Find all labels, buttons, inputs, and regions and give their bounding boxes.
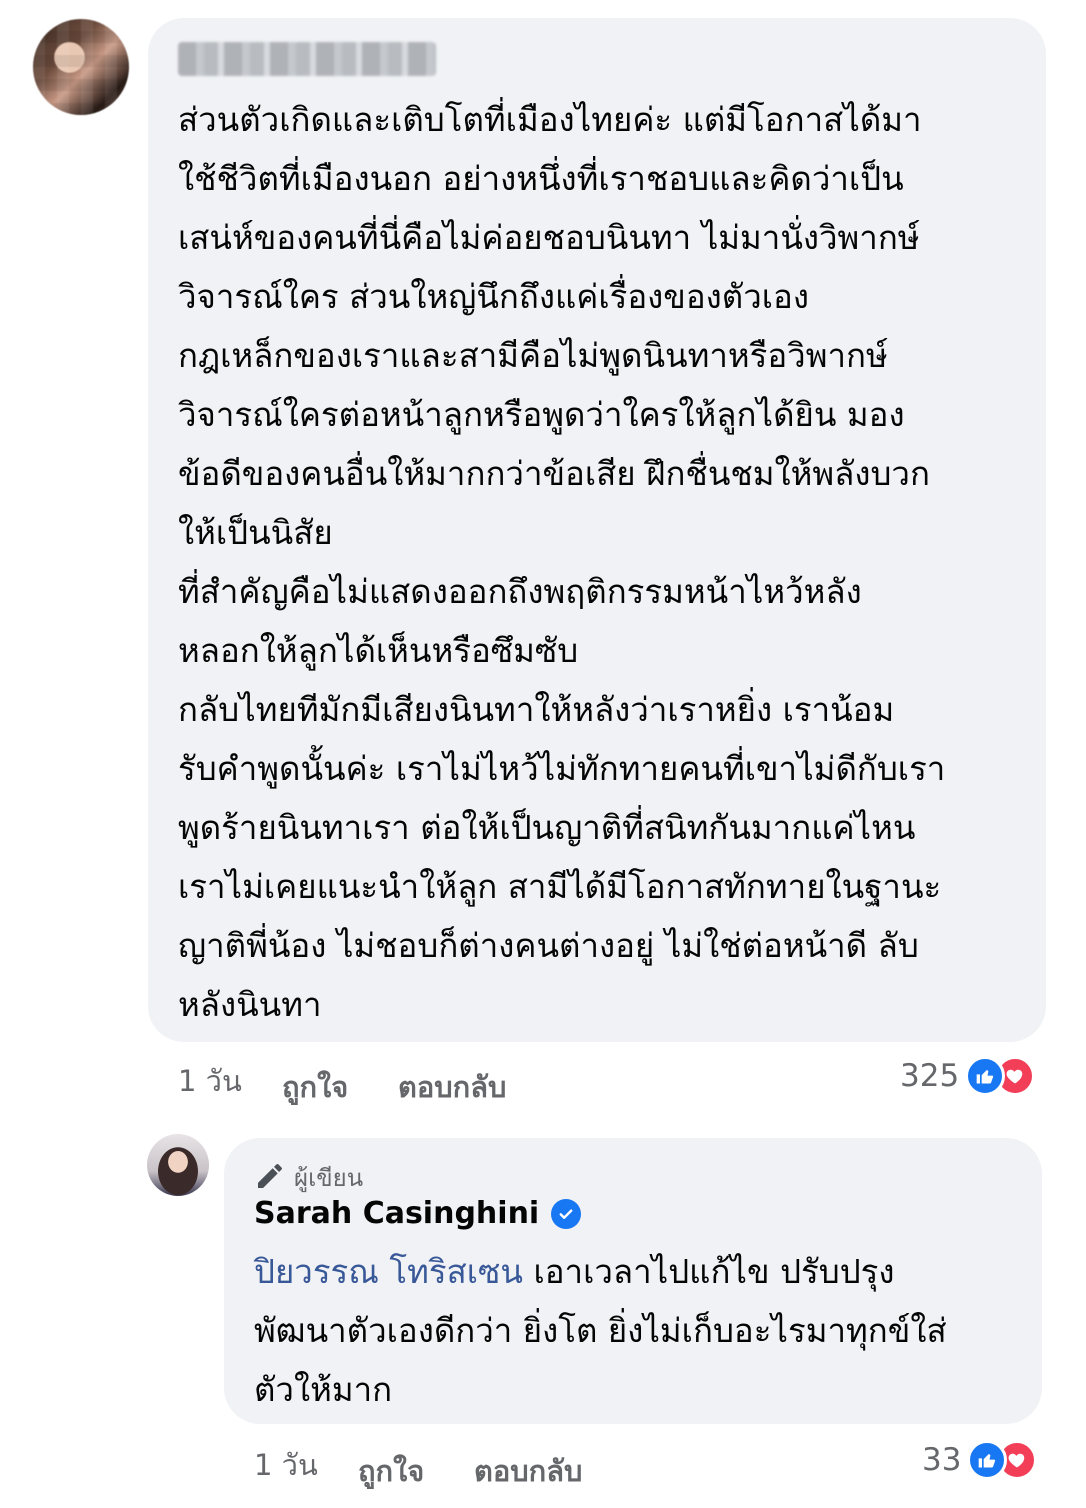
reply-text: ปิยวรรณ โทริสเซน เอาเวลาไปแก้ไข ปรับปรุง… [254,1242,1024,1419]
comment-reply-button[interactable]: ตอบกลับ [398,1064,506,1110]
commenter-avatar[interactable] [33,19,129,115]
reply-author-name-text[interactable]: Sarah Casinghini [254,1196,539,1231]
mention-link[interactable]: ปิยวรรณ โทริสเซน [254,1252,523,1291]
reply-author-name[interactable]: Sarah Casinghini [254,1196,582,1231]
comment-text: ส่วนตัวเกิดและเติบโตที่เมืองไทยค่ะ แต่มี… [178,100,946,1024]
author-badge-label: ผู้เขียน [294,1164,364,1192]
author-badge: ผู้เขียน [254,1158,363,1197]
reply-reaction-count: 33 [922,1442,962,1478]
comment-reactions[interactable]: 325 [900,1056,1036,1096]
verified-badge-icon [551,1198,582,1229]
reply-like-button[interactable]: ถูกใจ [358,1448,424,1494]
reply-timestamp[interactable]: 1 วัน [254,1442,318,1488]
commenter-name-blurred[interactable] [178,42,436,76]
comment-reaction-count: 325 [900,1058,960,1094]
pencil-icon [254,1160,286,1196]
reply-reply-button[interactable]: ตอบกลับ [474,1448,582,1494]
comment-like-button[interactable]: ถูกใจ [282,1064,348,1110]
like-reaction-icon [967,1440,1008,1480]
reply-reactions[interactable]: 33 [922,1440,1038,1480]
author-avatar[interactable] [147,1134,209,1196]
comment-timestamp[interactable]: 1 วัน [178,1058,242,1104]
like-reaction-icon [965,1056,1006,1096]
